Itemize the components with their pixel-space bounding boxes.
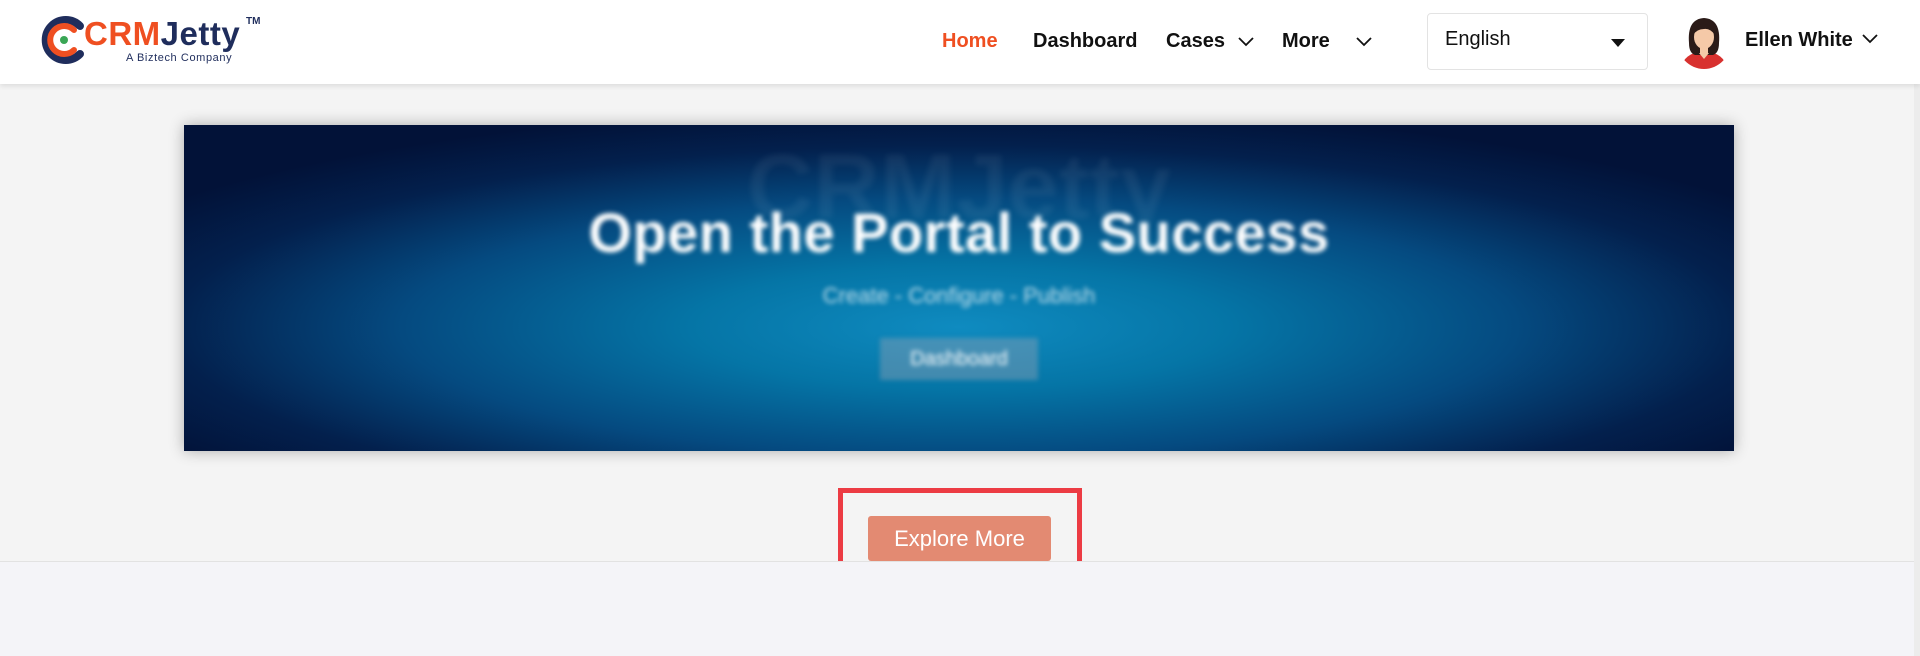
user-name: Ellen White: [1745, 29, 1853, 51]
hero-dashboard-button[interactable]: Dashboard: [880, 338, 1038, 380]
lower-section: [0, 561, 1920, 656]
top-navbar: CRMJetty TM A Biztech Company Home Dashb…: [0, 0, 1920, 84]
language-select[interactable]: English: [1427, 13, 1648, 70]
nav-cases-label: Cases: [1166, 30, 1225, 52]
nav-cases[interactable]: Cases: [1166, 26, 1255, 56]
nav-more-label: More: [1282, 30, 1330, 52]
logo-wordmark: CRMJetty: [84, 15, 241, 52]
avatar: [1677, 13, 1731, 69]
chevron-down-icon: [1356, 37, 1372, 46]
logo-trademark: TM: [246, 16, 261, 27]
nav-dashboard[interactable]: Dashboard: [1033, 26, 1137, 56]
logo-tagline: A Biztech Company: [126, 52, 233, 64]
page-scrollbar[interactable]: [1914, 0, 1920, 656]
hero-subtitle: Create - Configure - Publish: [822, 283, 1096, 308]
nav-home[interactable]: Home: [942, 26, 998, 56]
hero-banner: CRMJetty Open the Portal to Success Crea…: [184, 125, 1734, 451]
user-menu[interactable]: Ellen White: [1677, 13, 1878, 71]
user-avatar-icon: [1677, 13, 1731, 69]
explore-more-button[interactable]: Explore More: [868, 516, 1051, 561]
crmjetty-logo-icon: [41, 16, 84, 64]
crmjetty-logo[interactable]: CRMJetty TM A Biztech Company: [40, 14, 270, 70]
hero-title: Open the Portal to Success: [588, 201, 1330, 264]
caret-down-icon: [1611, 39, 1625, 47]
nav-more[interactable]: More: [1282, 26, 1373, 56]
chevron-down-icon: [1237, 37, 1254, 46]
language-select-value: English: [1445, 28, 1511, 50]
chevron-down-icon: [1862, 34, 1878, 44]
